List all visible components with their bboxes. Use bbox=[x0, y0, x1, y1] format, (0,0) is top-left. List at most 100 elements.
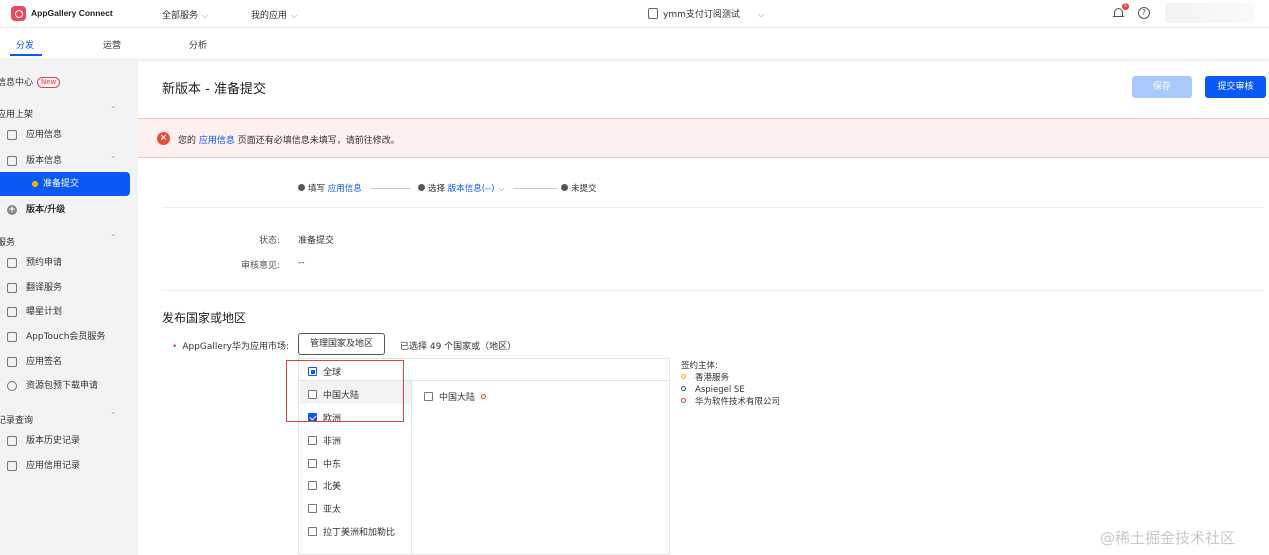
circle-icon bbox=[681, 386, 686, 391]
sidebar-item-resource-predownload[interactable]: 资源包预下载申请 bbox=[0, 374, 130, 398]
sidebar-item-label: AppTouch会员服务 bbox=[26, 332, 106, 342]
chevron-down-icon: ⌵ bbox=[202, 11, 209, 20]
region-option-north-america[interactable]: 北美 bbox=[308, 479, 341, 492]
sidebar-item-label: 信息中心 bbox=[0, 78, 34, 88]
sidebar-item-info-center[interactable]: 信息中心 New bbox=[0, 75, 61, 88]
region-option-africa[interactable]: 非洲 bbox=[308, 434, 341, 447]
region-label: 亚太 bbox=[323, 505, 342, 515]
region-label: 中东 bbox=[323, 460, 342, 470]
sidebar-item-translation[interactable]: 翻译服务 bbox=[0, 276, 130, 300]
sidebar-item-apptouch[interactable]: AppTouch会员服务 bbox=[0, 325, 130, 349]
main-content: 新版本 - 准备提交 保存 提交审核 × 您的 应用信息 页面还有必填信息未填写… bbox=[138, 62, 1269, 555]
sidebar-item-prepare-submit[interactable]: 准备提交 bbox=[0, 172, 130, 196]
notification-badge: 5 bbox=[1122, 3, 1129, 10]
chevron-up-icon[interactable]: ⌃ bbox=[110, 155, 117, 164]
sidebar-item-spotlight[interactable]: 曝星计划 bbox=[0, 300, 130, 324]
tab-operations[interactable]: 运营 bbox=[103, 38, 121, 51]
manage-regions-button[interactable]: 管理国家及地区 bbox=[298, 333, 385, 355]
market-label: • AppGallery华为应用市场: bbox=[172, 339, 289, 352]
appgallery-logo-icon[interactable] bbox=[11, 6, 26, 21]
cube-icon bbox=[7, 381, 17, 391]
sidebar-group-records[interactable]: 记录查询 bbox=[0, 413, 33, 426]
step-label: 未提交 bbox=[571, 184, 597, 194]
checkbox[interactable] bbox=[308, 481, 317, 490]
chevron-up-icon[interactable]: ⌃ bbox=[110, 233, 117, 242]
sub-region-label: 中国大陆 bbox=[439, 393, 476, 403]
region-option-middle-east[interactable]: 中东 bbox=[308, 457, 341, 470]
sidebar-group-services[interactable]: 服务 bbox=[0, 235, 15, 248]
step-label: 填写 bbox=[308, 184, 326, 194]
alert-app-info-link[interactable]: 应用信息 bbox=[199, 136, 235, 146]
signature-icon bbox=[7, 357, 17, 367]
sidebar-item-version-history[interactable]: 版本历史记录 bbox=[0, 429, 130, 453]
step-icon bbox=[298, 184, 305, 191]
sidebar-item-label: 版本/升级 bbox=[26, 205, 66, 215]
sidebar-item-app-signing[interactable]: 应用签名 bbox=[0, 350, 130, 374]
signer-marker-icon bbox=[481, 394, 487, 399]
tab-bar: 分发 运营 分析 bbox=[0, 28, 1269, 58]
all-services-menu[interactable]: 全部服务 ⌵ bbox=[162, 8, 208, 21]
sidebar-item-label: 曝星计划 bbox=[26, 307, 63, 317]
checkbox[interactable] bbox=[308, 459, 317, 468]
chevron-down-icon: ⌵ bbox=[291, 11, 298, 20]
status-dot bbox=[32, 181, 38, 187]
region-label: 北美 bbox=[323, 482, 342, 492]
divider bbox=[411, 381, 412, 555]
sidebar-item-version-upgrade[interactable]: + 版本/升级 bbox=[0, 198, 130, 222]
my-apps-label: 我的应用 bbox=[251, 11, 288, 21]
region-option-latin-america[interactable]: 拉丁美洲和加勒比 bbox=[308, 525, 395, 538]
top-bar: AppGallery Connect 全部服务 ⌵ 我的应用 ⌵ ymm支付订阅测试… bbox=[0, 0, 1269, 28]
error-alert: × 您的 应用信息 页面还有必填信息未填写，请前往修改。 bbox=[138, 118, 1269, 158]
sidebar: 信息中心 New 应用上架 ⌃ 应用信息 版本信息 ⌃ 准备提交 + 版本/升级 服… bbox=[0, 62, 135, 555]
sidebar-group-listing[interactable]: 应用上架 bbox=[0, 107, 33, 120]
step-app-info-link[interactable]: 应用信息 bbox=[328, 184, 362, 194]
translate-icon bbox=[7, 283, 17, 293]
brand-name[interactable]: AppGallery Connect bbox=[31, 8, 113, 18]
checkbox[interactable] bbox=[308, 527, 317, 536]
tab-distribution[interactable]: 分发 bbox=[16, 38, 34, 51]
my-apps-menu[interactable]: 我的应用 ⌵ bbox=[251, 8, 297, 21]
step-not-submitted: 未提交 bbox=[561, 182, 597, 194]
active-tab-indicator bbox=[10, 54, 42, 56]
review-label: 审核意见: bbox=[240, 261, 280, 271]
save-button[interactable]: 保存 bbox=[1132, 76, 1192, 98]
tab-analytics[interactable]: 分析 bbox=[189, 38, 207, 51]
chevron-up-icon[interactable]: ⌃ bbox=[110, 105, 117, 114]
chevron-down-icon[interactable]: ⌵ bbox=[499, 184, 505, 194]
chevron-up-icon[interactable]: ⌃ bbox=[110, 411, 117, 420]
step-connector bbox=[371, 188, 411, 189]
app-selector[interactable]: ymm支付订阅测试 ⌵ bbox=[648, 7, 764, 20]
annotation-box bbox=[286, 360, 404, 422]
selected-count: 已选择 49 个国家或（地区） bbox=[400, 342, 517, 352]
checkbox[interactable] bbox=[308, 504, 317, 513]
all-services-label: 全部服务 bbox=[162, 11, 199, 21]
region-option-asia-pacific[interactable]: 亚太 bbox=[308, 502, 341, 515]
watermark: @稀土掘金技术社区 bbox=[1100, 529, 1236, 547]
member-icon bbox=[7, 332, 17, 342]
sidebar-item-app-info[interactable]: 应用信息 bbox=[0, 123, 130, 147]
required-marker: • bbox=[172, 342, 178, 352]
submit-review-button[interactable]: 提交审核 bbox=[1205, 76, 1266, 98]
status-label: 状态: bbox=[258, 236, 280, 246]
error-icon: × bbox=[157, 132, 170, 145]
signer-legend: 签约主体: 香港服务 Aspiegel SE 华为软件技术有限公司 bbox=[681, 359, 780, 408]
step-version-link[interactable]: 版本信息(--) bbox=[448, 184, 495, 194]
step-select-version: 选择 版本信息(--) ⌵ bbox=[418, 182, 505, 194]
sidebar-item-credit-records[interactable]: 应用信用记录 bbox=[0, 454, 130, 478]
document-icon bbox=[7, 130, 17, 140]
calendar-icon bbox=[7, 258, 17, 268]
signer-item: Aspiegel SE bbox=[681, 384, 780, 396]
avatar[interactable] bbox=[1165, 3, 1255, 23]
help-icon[interactable]: ? bbox=[1138, 7, 1150, 19]
step-icon bbox=[561, 184, 568, 191]
app-icon bbox=[648, 8, 658, 19]
sub-region-option[interactable]: 中国大陆 bbox=[424, 390, 487, 403]
plus-circle-icon: + bbox=[7, 205, 17, 215]
step-label: 选择 bbox=[428, 184, 446, 194]
step-icon bbox=[418, 184, 425, 191]
checkbox[interactable] bbox=[308, 436, 317, 445]
checkbox[interactable] bbox=[424, 392, 433, 401]
sidebar-item-preorder[interactable]: 预约申请 bbox=[0, 251, 130, 275]
circle-icon bbox=[681, 374, 686, 379]
page-title: 新版本 - 准备提交 bbox=[162, 82, 266, 97]
